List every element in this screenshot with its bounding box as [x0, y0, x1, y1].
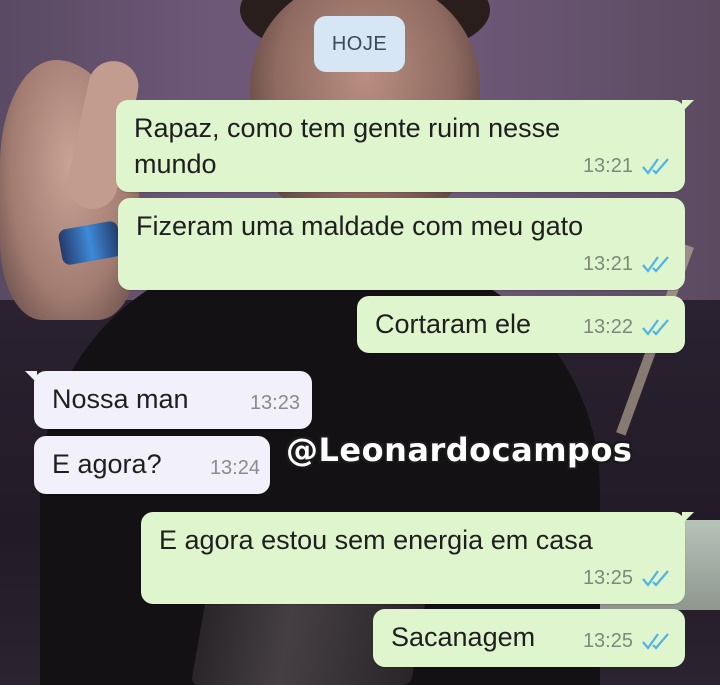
message-meta: 13:23 [250, 385, 300, 421]
message-bubble-outgoing[interactable]: Rapaz, como tem gente ruim nesse mundo 1… [116, 100, 694, 192]
chat-thread: HOJE Rapaz, como tem gente ruim nesse mu… [0, 0, 720, 685]
message-time: 13:21 [582, 253, 633, 275]
message-meta: 13:21 [583, 148, 671, 184]
message-bubble-outgoing[interactable]: Cortaram ele 13:22 [357, 296, 685, 353]
message-text: Rapaz, como tem gente ruim nesse mundo [134, 113, 561, 179]
bubble-tail [682, 512, 694, 524]
message-time: 13:25 [582, 567, 633, 589]
bubble-tail [25, 371, 37, 383]
message-text: E agora estou sem energia em casa [159, 525, 593, 555]
message-time: 13:25 [582, 630, 633, 652]
double-check-icon [642, 633, 669, 650]
message-meta: 13:21 [583, 246, 671, 282]
date-separator: HOJE [314, 16, 405, 72]
double-check-icon [642, 570, 669, 587]
message-meta: 13:25 [583, 560, 671, 596]
double-check-icon [642, 319, 669, 336]
message-time: 13:21 [582, 155, 633, 177]
message-time: 13:22 [582, 316, 633, 338]
double-check-icon [642, 158, 669, 175]
double-check-icon [642, 256, 669, 273]
message-time: 13:23 [249, 392, 300, 414]
message-text: Fizeram uma maldade com meu gato [136, 211, 584, 241]
message-bubble-outgoing[interactable]: Fizeram uma maldade com meu gato 13:21 [118, 198, 685, 290]
message-meta: 13:24 [210, 450, 260, 486]
message-meta: 13:22 [583, 309, 671, 345]
message-bubble-incoming[interactable]: Nossa man 13:23 [25, 371, 312, 429]
bubble-tail [682, 100, 694, 112]
message-bubble-outgoing[interactable]: E agora estou sem energia em casa 13:25 [141, 512, 694, 604]
watermark-text: @Leonardocampos [286, 431, 633, 469]
message-time: 13:24 [209, 457, 260, 479]
message-meta: 13:25 [583, 623, 671, 659]
message-bubble-incoming[interactable]: E agora? 13:24 [34, 436, 270, 494]
message-bubble-outgoing[interactable]: Sacanagem 13:25 [373, 609, 685, 667]
